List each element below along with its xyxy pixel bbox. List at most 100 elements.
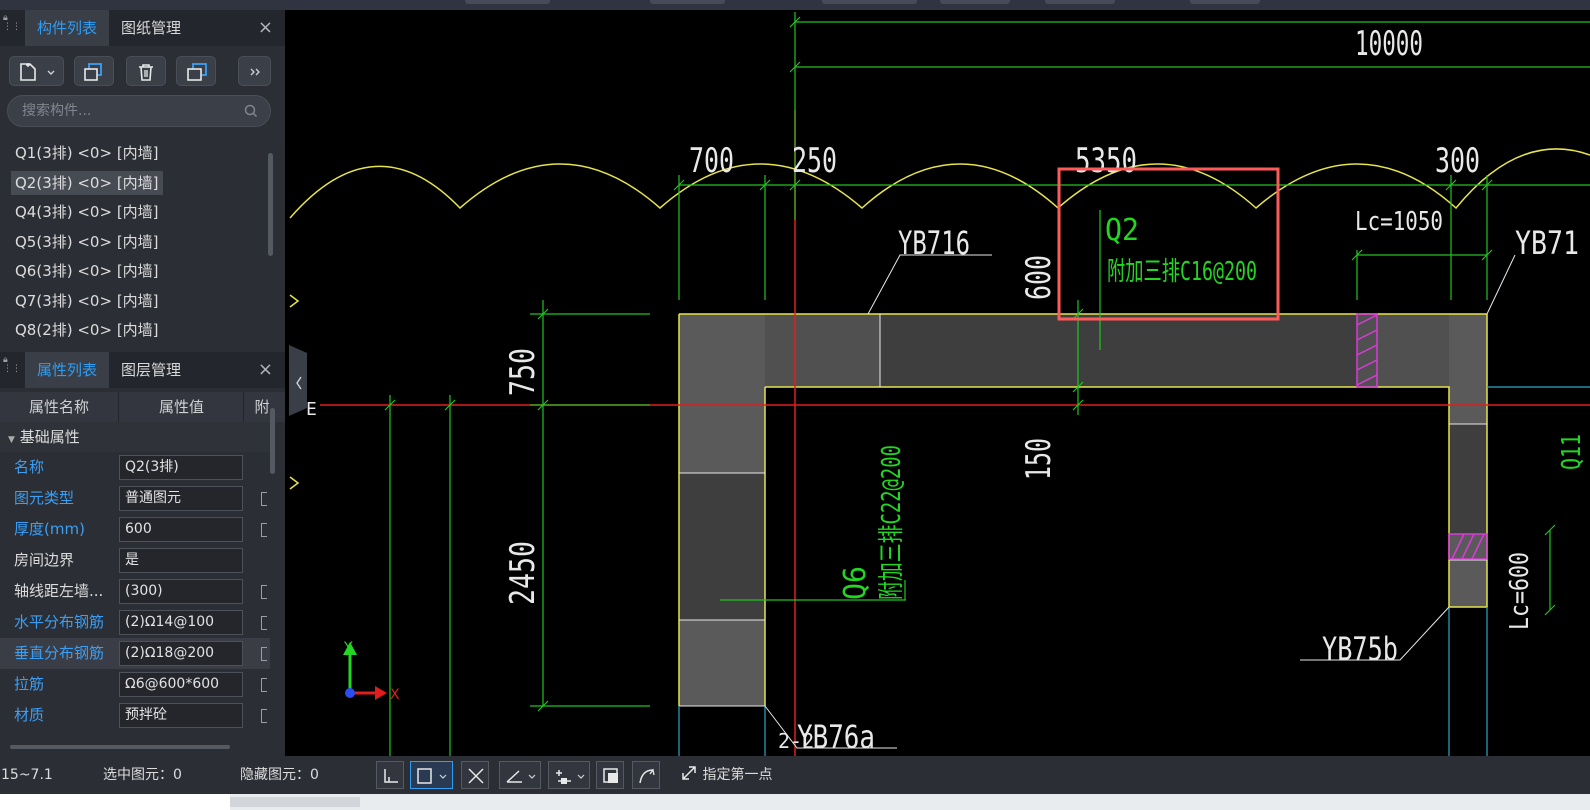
label-wall-q11: Q11 (1557, 434, 1587, 470)
list-item[interactable]: Q4(3排) <0> [内墙] (0, 198, 270, 228)
more-button[interactable] (238, 56, 271, 86)
angle-button[interactable] (499, 761, 541, 789)
angle-icon (506, 770, 536, 783)
curve-button[interactable] (632, 761, 660, 789)
label-wall-q2: Q2 (1105, 213, 1139, 248)
dim-300: 300 (1435, 141, 1480, 181)
lock-grip-icon[interactable]: 🔒︎ ⋮⋮ (3, 356, 21, 384)
label-wall-q6: Q6 (838, 566, 873, 600)
lock-grip-icon[interactable]: 🔒︎ ⋮⋮ (3, 14, 21, 42)
ucs-icon: Y X (343, 640, 400, 703)
layer-copy-icon (187, 63, 207, 81)
component-list-scrollbar[interactable] (268, 153, 273, 256)
close-icon[interactable]: × (258, 352, 273, 388)
left-panel: 🔒︎ ⋮⋮ 构件列表 图纸管理 × 搜索构件... Q1(3排) <0> [内墙]… (0, 10, 285, 756)
status-bar: 15~7.1 选中图元：0 隐藏图元：0 指定第一点 (0, 756, 1590, 794)
addon-checkbox[interactable] (261, 523, 267, 537)
tab-property-list[interactable]: 属性列表 (25, 352, 110, 388)
ucs-y-label: Y (343, 640, 353, 656)
snapshot-icon (603, 768, 618, 783)
expand-icon (682, 766, 696, 780)
close-icon[interactable]: × (258, 10, 273, 46)
more-icon (250, 68, 260, 76)
label-wall-q2-rebar: 附加三排C16@200 (1107, 257, 1257, 287)
coordinate-readout: 15~7.1 (1, 767, 53, 783)
property-value-field[interactable]: Ω6@600*600 (119, 672, 243, 697)
dim-750: 750 (503, 348, 543, 396)
addon-checkbox[interactable] (261, 585, 267, 599)
ortho-button[interactable] (376, 761, 404, 789)
property-value-field[interactable]: 预拌砼 (119, 703, 243, 728)
property-row-vertical-rebar: 垂直分布钢筋 (2)Ω18@200 (0, 638, 270, 669)
property-row-material: 材质 预拌砼 (0, 700, 270, 731)
property-row-room-boundary: 房间边界 是 (0, 545, 270, 576)
property-value-field[interactable]: 600 (119, 517, 243, 542)
property-value-field[interactable]: (2)Ω14@100 (119, 610, 243, 635)
list-item[interactable]: Q1(3排) <0> [内墙] (0, 139, 270, 169)
cross-select-button[interactable] (461, 761, 489, 789)
property-rows: 名称 Q2(3排) 图元类型 普通图元 厚度(mm) 600 房间边界 是 轴线… (0, 452, 270, 731)
property-row-name: 名称 Q2(3排) (0, 452, 270, 483)
component-toolbar (0, 56, 285, 98)
search-placeholder: 搜索构件... (22, 103, 92, 119)
addon-checkbox[interactable] (261, 647, 267, 661)
addon-checkbox[interactable] (261, 492, 267, 506)
property-row-axis-offset: 轴线距左墙... (300) (0, 576, 270, 607)
label-yb756: YB75b (1322, 630, 1398, 668)
label-yb76a: YB76a (797, 718, 875, 756)
property-value-field[interactable]: (2)Ω18@200 (119, 641, 243, 666)
snapshot-button[interactable] (596, 761, 624, 789)
property-value-field[interactable]: 普通图元 (119, 486, 243, 511)
component-list: Q1(3排) <0> [内墙] Q2(3排) <0> [内墙] Q4(3排) <… (0, 139, 270, 346)
property-list-scrollbar[interactable] (270, 408, 275, 474)
list-item[interactable]: Q2(3排) <0> [内墙] (0, 169, 270, 199)
property-value-field[interactable]: Q2(3排) (119, 455, 243, 480)
properties-panel-tabs: 🔒︎ ⋮⋮ 属性列表 图层管理 × (0, 352, 285, 388)
property-value-field[interactable]: 是 (119, 548, 243, 573)
label-yb71: YB71 (1515, 224, 1579, 262)
dim-600: 600 (1019, 255, 1059, 300)
insert-point-button[interactable] (548, 761, 590, 789)
new-component-button[interactable] (9, 56, 64, 86)
property-table-header: 属性名称 属性值 附 (0, 392, 285, 422)
components-panel-tabs: 🔒︎ ⋮⋮ 构件列表 图纸管理 × (0, 10, 285, 46)
list-item[interactable]: Q7(3排) <0> [内墙] (0, 287, 270, 317)
hidden-count: 隐藏图元：0 (240, 767, 319, 783)
search-icon[interactable] (244, 104, 258, 118)
layer-copy-button[interactable] (176, 56, 216, 86)
delete-button[interactable] (126, 56, 166, 86)
selected-count: 选中图元：0 (103, 767, 182, 783)
copy-icon (84, 63, 102, 81)
dim-250: 250 (792, 141, 837, 181)
list-item[interactable]: Q6(3排) <0> [内墙] (0, 257, 270, 287)
box-select-icon (417, 768, 447, 784)
label-yb716: YB716 (898, 224, 970, 262)
copy-button[interactable] (74, 56, 114, 86)
addon-checkbox[interactable] (261, 616, 267, 630)
command-prompt: 指定第一点 (680, 756, 772, 794)
tab-layer-management[interactable]: 图层管理 (109, 352, 193, 388)
label-lc-600: Lc=600 (1505, 552, 1535, 630)
tab-drawing-management[interactable]: 图纸管理 (109, 10, 193, 46)
search-input[interactable]: 搜索构件... (7, 95, 271, 127)
addon-checkbox[interactable] (261, 709, 267, 723)
curve-icon (639, 768, 655, 784)
tab-component-list[interactable]: 构件列表 (25, 10, 110, 46)
property-row-element-type: 图元类型 普通图元 (0, 483, 270, 514)
column-property-value: 属性值 (120, 392, 244, 422)
list-item[interactable]: Q8(2排) <0> [内墙] (0, 316, 270, 346)
top-strip (0, 0, 1590, 10)
taskbar-strip (0, 794, 1590, 810)
box-select-button[interactable] (410, 761, 453, 789)
property-row-tie-bar: 拉筋 Ω6@600*600 (0, 669, 270, 700)
list-item[interactable]: Q5(3排) <0> [内墙] (0, 228, 270, 258)
addon-checkbox[interactable] (261, 678, 267, 692)
collapse-panel-handle[interactable] (289, 345, 307, 416)
drawing-canvas[interactable]: 10000 700 250 5350 300 750 2450 600 150 … (287, 10, 1590, 756)
cross-select-icon (468, 768, 484, 784)
property-list-hscrollbar[interactable] (10, 745, 230, 749)
property-value-field[interactable]: (300) (119, 579, 243, 604)
dim-150: 150 (1019, 438, 1059, 480)
axis-label-e: E (306, 399, 317, 420)
property-group-basic[interactable]: ▼ 基础属性 (0, 422, 270, 452)
